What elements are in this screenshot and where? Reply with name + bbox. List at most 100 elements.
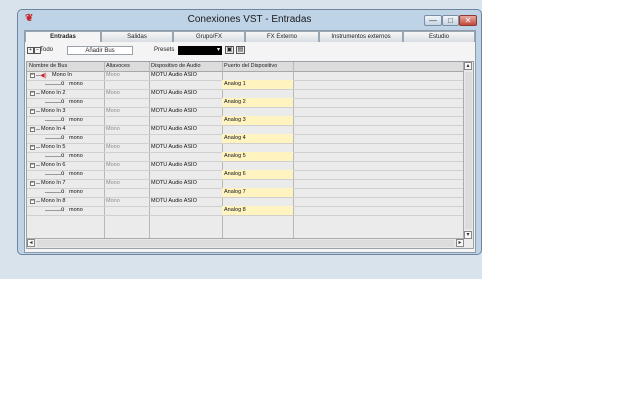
bus-name[interactable]: Mono In 5 — [41, 143, 65, 152]
expand-all-icon[interactable]: + — [27, 47, 34, 54]
table-row[interactable]: o mono Analog 8 — [27, 206, 465, 216]
channel-port-icon: o — [61, 81, 65, 87]
close-button[interactable]: ✕ — [459, 15, 477, 26]
tab-bar: Entradas Salidas Grupo/FX FX Externo Ins… — [25, 31, 475, 43]
tab-salidas[interactable]: Salidas — [101, 31, 173, 42]
horizontal-scroll-thumb[interactable] — [37, 240, 454, 247]
tree-line — [45, 102, 61, 103]
tree-line — [36, 165, 40, 166]
bus-speakers[interactable]: Mono — [106, 179, 120, 188]
bus-audio-device[interactable]: MOTU Audio ASIO — [151, 89, 197, 98]
bus-audio-device[interactable]: MOTU Audio ASIO — [151, 179, 197, 188]
channel-port-icon: o — [61, 135, 65, 141]
device-port-value[interactable]: Analog 5 — [224, 152, 246, 161]
add-bus-button[interactable]: Añadir Bus — [67, 46, 133, 55]
collapse-toggle-icon[interactable]: − — [30, 199, 35, 204]
channel-name: mono — [69, 153, 83, 159]
speaker-icon: ◀) — [40, 73, 47, 79]
device-port-value[interactable]: Analog 7 — [224, 188, 246, 197]
device-port-value[interactable]: Analog 4 — [224, 134, 246, 143]
bus-name[interactable]: Mono In 4 — [41, 125, 65, 134]
tree-line — [36, 129, 40, 130]
tree-line — [45, 174, 61, 175]
vertical-scrollbar[interactable]: ▴ ▾ — [463, 62, 473, 239]
bus-name[interactable]: Mono In 7 — [41, 179, 65, 188]
collapse-toggle-icon[interactable]: − — [30, 109, 35, 114]
bus-audio-device[interactable]: MOTU Audio ASIO — [151, 71, 197, 80]
tab-entradas[interactable]: Entradas — [25, 31, 101, 42]
collapse-toggle-icon[interactable]: − — [30, 181, 35, 186]
tab-grupo-fx[interactable]: Grupo/FX — [173, 31, 245, 42]
scroll-down-icon[interactable]: ▾ — [464, 231, 472, 239]
window-title: Conexiones VST - Entradas — [187, 14, 312, 25]
channel-name: mono — [69, 99, 83, 105]
minimize-button[interactable]: — — [424, 15, 442, 26]
tree-line — [36, 147, 40, 148]
col-header-audio-device[interactable]: Dispositivo de Audio — [149, 62, 222, 71]
bus-speakers[interactable]: Mono — [106, 197, 120, 206]
bus-name[interactable]: Mono In 3 — [41, 107, 65, 116]
toolbar: + − Todo Añadir Bus Presets ▾ ▣ ▤ — [25, 45, 475, 57]
device-port-value[interactable]: Analog 8 — [224, 206, 246, 215]
tab-estudio[interactable]: Estudio — [403, 31, 475, 42]
bus-name[interactable]: Mono In 8 — [41, 197, 65, 206]
bus-name[interactable]: Mono In 6 — [41, 161, 65, 170]
collapse-toggle-icon[interactable]: − — [30, 127, 35, 132]
bus-speakers[interactable]: Mono — [106, 71, 120, 80]
tab-fx-externo[interactable]: FX Externo — [245, 31, 319, 42]
tree-line — [36, 93, 40, 94]
tree-line — [45, 120, 61, 121]
channel-port-icon: o — [61, 171, 65, 177]
device-port-value[interactable]: Analog 2 — [224, 98, 246, 107]
bus-audio-device[interactable]: MOTU Audio ASIO — [151, 107, 197, 116]
collapse-toggle-icon[interactable]: − — [30, 145, 35, 150]
title-bar[interactable]: ❦ Conexiones VST - Entradas — □ ✕ — [18, 10, 481, 30]
bus-name[interactable]: Mono In 2 — [41, 89, 65, 98]
col-header-bus-name[interactable]: Nombre de Bus — [27, 62, 104, 71]
window-content: Entradas Salidas Grupo/FX FX Externo Ins… — [24, 30, 476, 253]
scroll-left-icon[interactable]: ◂ — [27, 239, 35, 247]
col-header-device-port[interactable]: Puerto del Dispositivo — [222, 62, 294, 71]
tree-line — [45, 156, 61, 157]
device-port-value[interactable]: Analog 6 — [224, 170, 246, 179]
tab-instrumentos-externos[interactable]: Instrumentos externos — [319, 31, 403, 42]
maximize-button[interactable]: □ — [442, 15, 459, 26]
bus-audio-device[interactable]: MOTU Audio ASIO — [151, 143, 197, 152]
bus-speakers[interactable]: Mono — [106, 89, 120, 98]
collapse-toggle-icon[interactable]: − — [30, 91, 35, 96]
save-preset-icon[interactable]: ▣ — [225, 46, 234, 54]
tree-line — [45, 210, 61, 211]
bus-speakers[interactable]: Mono — [106, 125, 120, 134]
vertical-scroll-thumb[interactable] — [465, 72, 472, 229]
delete-preset-icon[interactable]: ▤ — [236, 46, 245, 54]
scroll-right-icon[interactable]: ▸ — [456, 239, 464, 247]
tree-line — [36, 183, 40, 184]
col-header-speakers[interactable]: Altavoces — [104, 62, 149, 71]
channel-name: mono — [69, 135, 83, 141]
channel-name: mono — [69, 189, 83, 195]
channel-name: mono — [69, 171, 83, 177]
vst-connections-window: ❦ Conexiones VST - Entradas — □ ✕ Entrad… — [17, 9, 482, 255]
horizontal-scrollbar[interactable]: ◂ ▸ — [27, 238, 464, 248]
collapse-toggle-icon[interactable]: − — [30, 163, 35, 168]
channel-port-icon: o — [61, 99, 65, 105]
bus-audio-device[interactable]: MOTU Audio ASIO — [151, 197, 197, 206]
presets-label: Presets — [154, 47, 175, 53]
tree-line — [36, 201, 40, 202]
presets-dropdown[interactable]: ▾ — [178, 46, 222, 55]
scroll-up-icon[interactable]: ▴ — [464, 62, 472, 70]
bus-name[interactable]: Mono In — [52, 71, 72, 80]
tree-line — [45, 138, 61, 139]
bus-audio-device[interactable]: MOTU Audio ASIO — [151, 125, 197, 134]
channel-name: mono — [69, 81, 83, 87]
device-port-value[interactable]: Analog 1 — [224, 80, 246, 89]
bus-speakers[interactable]: Mono — [106, 143, 120, 152]
bus-speakers[interactable]: Mono — [106, 107, 120, 116]
todo-label: Todo — [40, 47, 54, 53]
channel-port-icon: o — [61, 207, 65, 213]
bus-speakers[interactable]: Mono — [106, 161, 120, 170]
collapse-toggle-icon[interactable]: − — [30, 73, 35, 78]
channel-port-icon: o — [61, 189, 65, 195]
bus-audio-device[interactable]: MOTU Audio ASIO — [151, 161, 197, 170]
device-port-value[interactable]: Analog 3 — [224, 116, 246, 125]
